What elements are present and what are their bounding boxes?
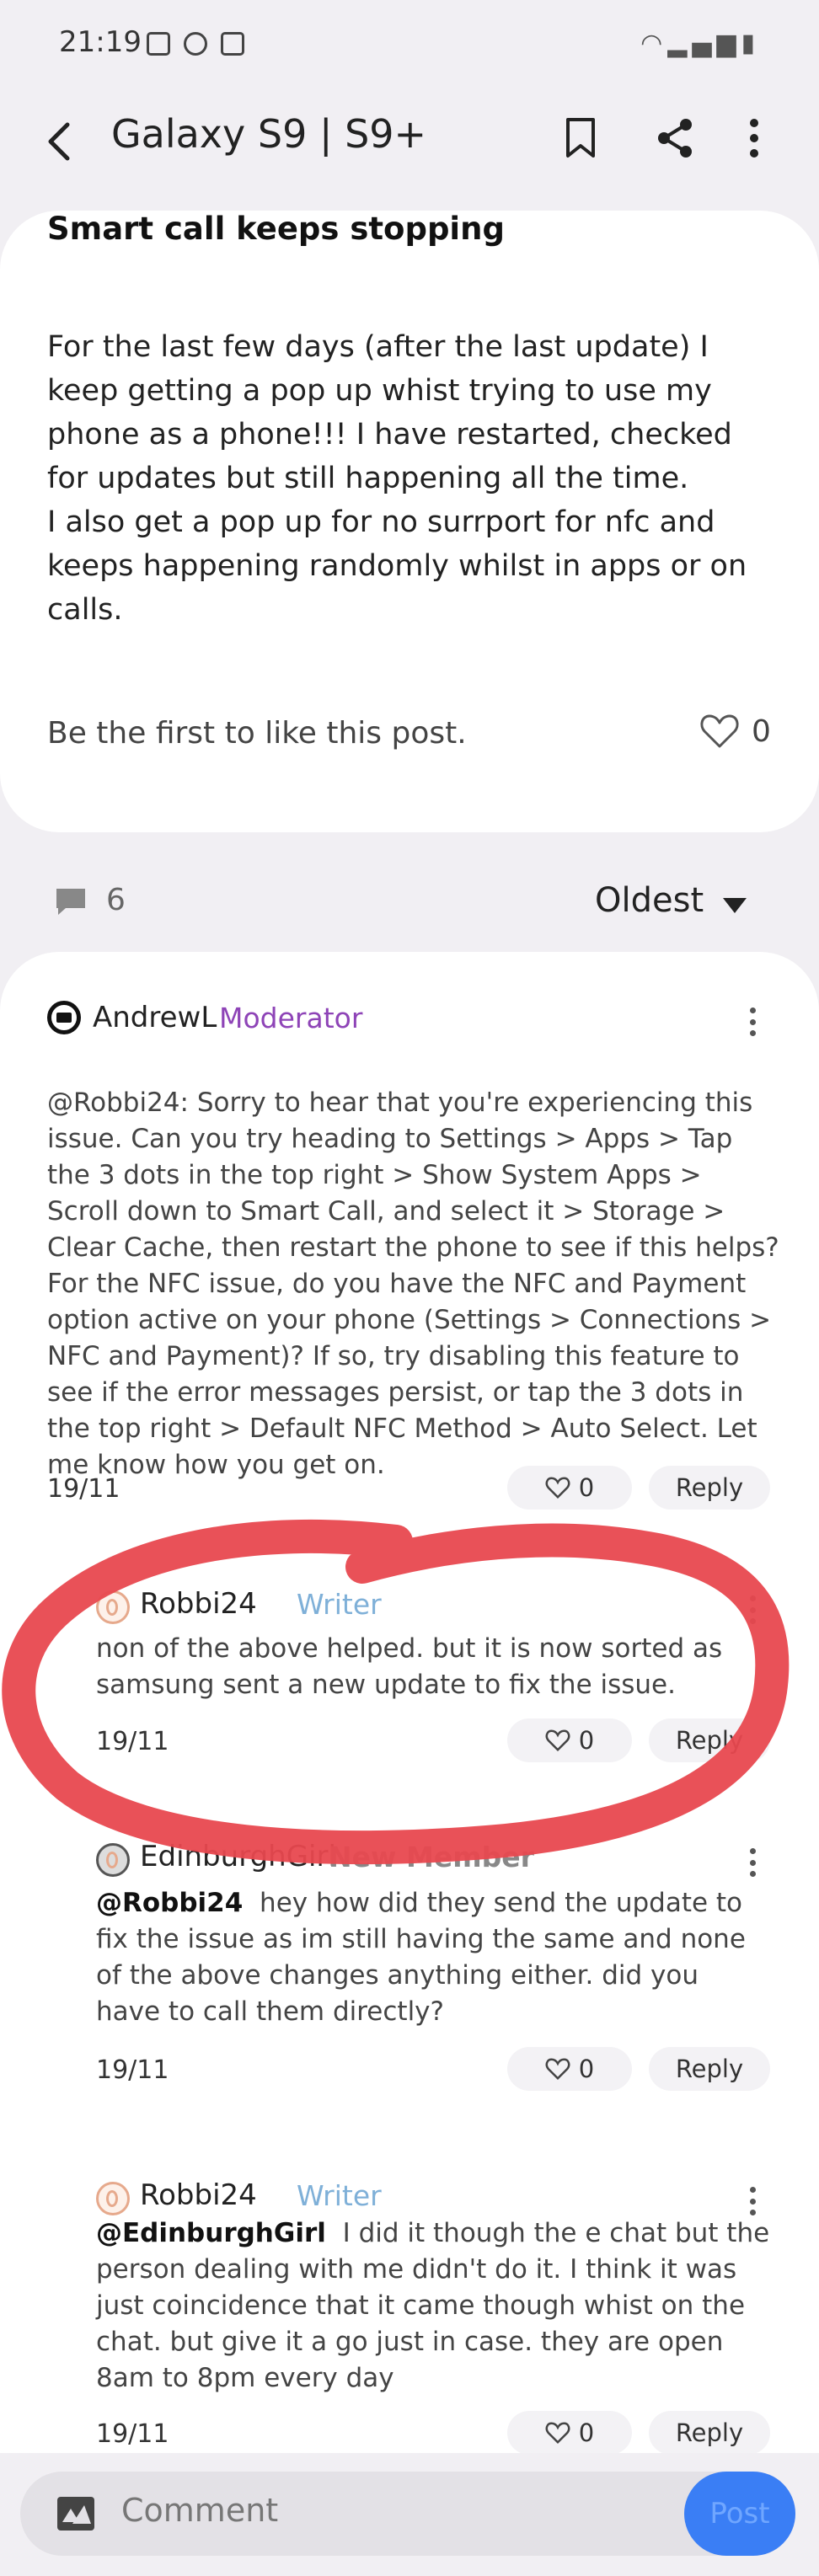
- comments-bar: 6 Oldest: [0, 873, 819, 933]
- post-card: Smart call keeps stopping For the last f…: [0, 211, 819, 832]
- heart-icon: [545, 1477, 570, 1499]
- heart-icon: [545, 2422, 570, 2445]
- gallery-icon: [147, 32, 170, 56]
- messenger-icon: [184, 32, 207, 56]
- avatar[interactable]: [96, 2182, 130, 2215]
- comment-mention[interactable]: @Robbi24: [96, 1888, 243, 1918]
- comment-date: 19/11: [96, 2419, 169, 2449]
- wifi-icon: ◠: [640, 29, 668, 58]
- status-bar: 21:19 ◠▂▄▆▮: [0, 0, 819, 94]
- post-button[interactable]: Post: [684, 2472, 795, 2556]
- reply-button[interactable]: Reply: [649, 2047, 770, 2091]
- comments-card: AndrewL Moderator @Robbi24: Sorry to hea…: [0, 952, 819, 2576]
- comment-like-button[interactable]: 0: [507, 2047, 632, 2091]
- bookmark-button[interactable]: [551, 104, 610, 172]
- heart-icon: [545, 2058, 570, 2081]
- comment-body: @Robbi24: Sorry to hear that you're expe…: [47, 1088, 779, 1480]
- comment-author[interactable]: Robbi24: [140, 2178, 257, 2212]
- share-icon: [658, 119, 692, 158]
- app-icon: [221, 32, 244, 56]
- share-button[interactable]: [645, 104, 704, 172]
- comment-placeholder[interactable]: Comment: [121, 2492, 278, 2529]
- comment-like-count: 0: [578, 2055, 595, 2083]
- signal-icon: ▂▄▆: [667, 29, 741, 58]
- comment-more-icon[interactable]: [740, 1841, 765, 1884]
- comment-count: 6: [106, 883, 126, 917]
- avatar[interactable]: [96, 1590, 130, 1624]
- role-badge: New Member: [329, 1841, 534, 1873]
- comment-more-icon[interactable]: [740, 1589, 765, 1631]
- post-body: For the last few days (after the last up…: [47, 325, 772, 632]
- comment-input[interactable]: Comment Post: [20, 2472, 795, 2556]
- reply-button[interactable]: Reply: [649, 1466, 770, 1510]
- reply-button[interactable]: Reply: [649, 2411, 770, 2455]
- comment-composer: Comment Post: [0, 2453, 819, 2576]
- back-button[interactable]: [42, 106, 93, 174]
- role-badge: Moderator: [219, 1002, 363, 1034]
- role-badge: Writer: [297, 1588, 382, 1621]
- avatar[interactable]: [47, 1001, 81, 1034]
- heart-icon: [545, 1729, 570, 1752]
- comment-body: non of the above helped. but it is now s…: [96, 1633, 723, 1700]
- comment-like-button[interactable]: 0: [507, 2411, 632, 2455]
- comment-more-icon[interactable]: [740, 1001, 765, 1043]
- image-attach-icon[interactable]: [57, 2497, 94, 2531]
- battery-charging-icon: ▮: [741, 29, 760, 58]
- sort-dropdown[interactable]: Oldest: [595, 881, 704, 920]
- comment-like-count: 0: [578, 1473, 595, 1502]
- comment-date: 19/11: [47, 1474, 120, 1504]
- role-badge: Writer: [297, 2179, 382, 2212]
- like-heart-icon[interactable]: [699, 711, 740, 751]
- bookmark-icon: [566, 118, 595, 158]
- avatar[interactable]: [96, 1843, 130, 1877]
- comment-date: 19/11: [96, 1727, 169, 1756]
- post-paragraph: For the last few days (after the last up…: [47, 330, 732, 495]
- comment-author[interactable]: Robbi24: [140, 1587, 257, 1621]
- comment-like-count: 0: [578, 1726, 595, 1755]
- status-time: 21:19: [59, 25, 142, 59]
- comment-body: @EdinburghGirl I did it though the e cha…: [96, 2215, 770, 2397]
- more-button[interactable]: [725, 104, 784, 172]
- comment-date: 19/11: [96, 2055, 169, 2085]
- post-paragraph: I also get a pop up for no surrport for …: [47, 505, 747, 627]
- like-count: 0: [752, 714, 771, 749]
- post-title: Smart call keeps stopping: [47, 211, 505, 247]
- status-right-icons: ◠▂▄▆▮: [640, 29, 760, 58]
- comment-like-button[interactable]: 0: [507, 1718, 632, 1762]
- more-icon: [750, 119, 758, 158]
- comment-body: @Robbi24 hey how did they send the updat…: [96, 1885, 770, 2030]
- comment-author[interactable]: AndrewL: [93, 1001, 217, 1034]
- reply-button[interactable]: Reply: [649, 1718, 770, 1762]
- like-prompt: Be the first to like this post.: [47, 716, 467, 751]
- comment-like-count: 0: [578, 2418, 595, 2447]
- comment-icon: [56, 889, 85, 915]
- app-header: Galaxy S9 | S9+: [0, 94, 819, 195]
- page-title: Galaxy S9 | S9+: [111, 111, 427, 157]
- back-arrow-icon: [48, 122, 70, 161]
- comment-mention[interactable]: @EdinburghGirl: [96, 2218, 326, 2248]
- comment-like-button[interactable]: 0: [507, 1466, 632, 1510]
- chevron-down-icon[interactable]: [723, 898, 747, 913]
- comment-author[interactable]: EdinburghGirl: [140, 1840, 336, 1873]
